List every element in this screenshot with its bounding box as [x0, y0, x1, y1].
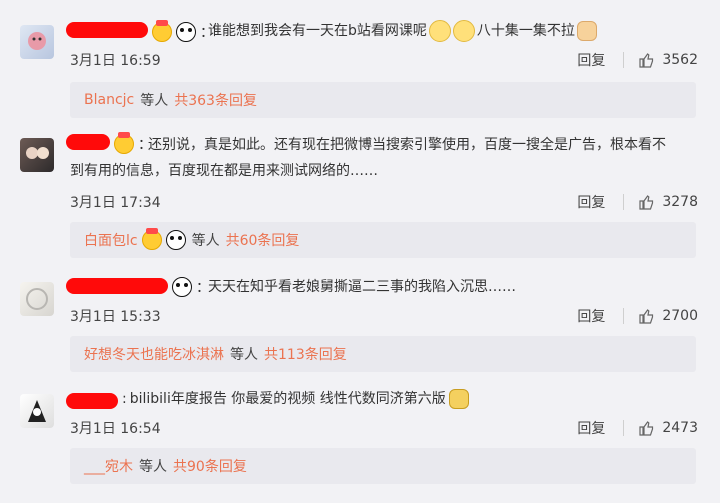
avatar-image [28, 32, 46, 50]
reply-user[interactable]: 好想冬天也能吃冰淇淋 [84, 344, 224, 364]
crown-emoji-icon [114, 132, 134, 154]
comment-actions: 回复 2473 [577, 418, 698, 438]
user-badges: ： [172, 277, 210, 297]
comment-item: : bilibili年度报告 你最爱的视频 线性代数同济第六版 3月1日 16:… [0, 376, 720, 503]
comment-time: 3月1日 16:54 [70, 421, 161, 437]
comment-text: 天天在知乎看老娘舅撕逼二三事的我陷入沉思…… [208, 274, 698, 300]
like-count[interactable]: 3562 [662, 52, 698, 68]
colon: : [122, 391, 127, 407]
comment-item: ： 还别说，真是如此。还有现在把微博当搜索引擎使用，百度一搜全是广告，根本看不 … [0, 118, 720, 264]
reply-thread[interactable]: 好想冬天也能吃冰淇淋 等人 共113条回复 [70, 336, 696, 372]
crown-emoji-icon [152, 20, 172, 42]
comment-actions: 回复 3562 [577, 50, 698, 70]
avatar[interactable] [20, 394, 54, 428]
like-count[interactable]: 2473 [662, 420, 698, 436]
reply-mid: 等人 [140, 93, 169, 109]
comment-time: 3月1日 17:34 [70, 195, 161, 211]
comment-text-body: 还别说，真是如此。还有现在把微博当搜索引擎使用，百度一搜全是广告，根本看不 [148, 137, 666, 153]
redacted-username[interactable] [66, 134, 110, 150]
user-badges: ： [152, 20, 214, 42]
panda-emoji-icon [165, 230, 186, 250]
panda-emoji-icon [172, 277, 192, 297]
avatar-image [26, 288, 48, 310]
comment-text: 谁能想到我会有一天在b站看网课呢 八十集一集不拉 [208, 18, 698, 44]
reply-mid: 等人 [230, 347, 258, 363]
comment-text-body: 天天在知乎看老娘舅撕逼二三事的我陷入沉思…… [208, 279, 516, 295]
like-count[interactable]: 2700 [662, 308, 698, 324]
redacted-username[interactable] [66, 393, 118, 409]
crown-emoji-icon [141, 228, 162, 250]
reply-count[interactable]: 共113条回复 [264, 344, 347, 364]
comment-text-tail: 八十集一集不拉 [476, 23, 575, 39]
comment-item: ： 天天在知乎看老娘舅撕逼二三事的我陷入沉思…… 3月1日 15:33 回复 2… [0, 264, 720, 376]
redacted-username[interactable] [66, 278, 168, 294]
comment-text: : bilibili年度报告 你最爱的视频 线性代数同济第六版 [122, 386, 698, 412]
reply-thread[interactable]: ___宛木 等人 共90条回复 [70, 448, 696, 484]
comment-item: ： 谁能想到我会有一天在b站看网课呢 八十集一集不拉 3月1日 16:59 回复… [0, 0, 720, 118]
reply-mid: 等人 [139, 459, 167, 475]
comment-text-body: 谁能想到我会有一天在b站看网课呢 [208, 23, 427, 39]
reply-user[interactable]: ___宛木 [84, 456, 133, 476]
user-badges: ： [114, 132, 152, 154]
comment-actions: 回复 3278 [577, 192, 698, 212]
reply-count[interactable]: 共60条回复 [226, 230, 300, 250]
fist-emoji-icon [576, 21, 597, 41]
thumb-up-icon[interactable] [638, 52, 654, 68]
panda-emoji-icon [176, 22, 196, 42]
avatar[interactable] [20, 282, 54, 316]
divider [623, 194, 625, 210]
thumb-up-icon[interactable] [638, 308, 654, 324]
reply-user[interactable]: Blancjc [84, 92, 134, 108]
comment-text-body-2: 到有用的信息，百度现在都是用来测试网络的…… [70, 163, 378, 179]
reply-thread[interactable]: 白面包lc 等人 共60条回复 [70, 222, 696, 258]
avatar[interactable] [20, 25, 54, 59]
divider [623, 308, 625, 324]
comment-text: 还别说，真是如此。还有现在把微博当搜索引擎使用，百度一搜全是广告，根本看不 [148, 132, 698, 158]
thumb-up-icon[interactable] [638, 194, 654, 210]
reply-button[interactable]: 回复 [577, 50, 605, 70]
reply-button[interactable]: 回复 [577, 306, 605, 326]
comment-time: 3月1日 15:33 [70, 309, 161, 325]
comment-text-body: bilibili年度报告 你最爱的视频 线性代数同济第六版 [129, 391, 446, 407]
reply-user[interactable]: 白面包lc [84, 230, 138, 250]
avatar[interactable] [20, 138, 54, 172]
reply-count[interactable]: 共90条回复 [173, 456, 247, 476]
avatar-image [28, 400, 46, 422]
avatar-image [26, 147, 49, 159]
thumb-up-icon[interactable] [638, 420, 654, 436]
comment-text-line2: 到有用的信息，百度现在都是用来测试网络的…… [70, 158, 698, 184]
divider [623, 52, 625, 68]
reply-mid: 等人 [191, 233, 220, 249]
reply-count[interactable]: 共363条回复 [174, 90, 257, 110]
redacted-username[interactable] [66, 22, 148, 38]
figure-emoji-icon [448, 389, 469, 409]
comment-time: 3月1日 16:59 [70, 53, 161, 69]
smile-emoji-icon [452, 20, 475, 42]
reply-button[interactable]: 回复 [577, 192, 605, 212]
comment-actions: 回复 2700 [577, 306, 698, 326]
reply-button[interactable]: 回复 [577, 418, 605, 438]
divider [623, 420, 625, 436]
smile-emoji-icon [428, 20, 451, 42]
reply-thread[interactable]: Blancjc 等人 共363条回复 [70, 82, 696, 118]
like-count[interactable]: 3278 [662, 194, 698, 210]
